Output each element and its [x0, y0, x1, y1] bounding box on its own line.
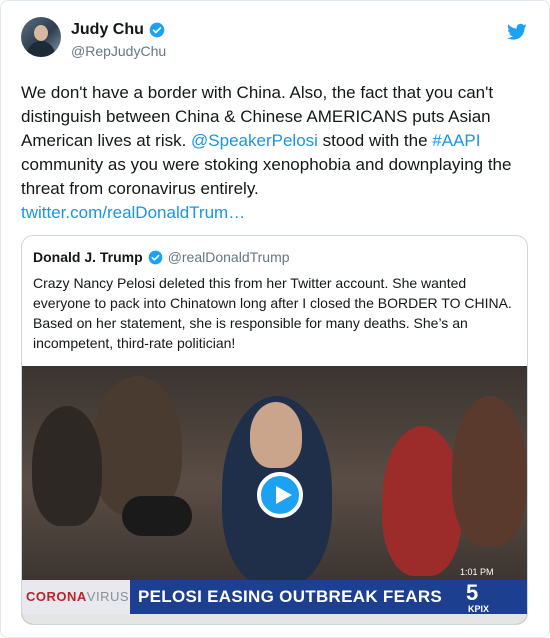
video-figure-right: [452, 396, 527, 546]
quoted-tweet[interactable]: Donald J. Trump @realDonaldTrump Crazy N…: [21, 235, 528, 625]
video-figure-center-face: [250, 402, 302, 468]
tweet-text-part2: stood with the: [317, 131, 433, 150]
station-number: 5: [466, 580, 479, 605]
quoted-tweet-text: Crazy Nancy Pelosi deleted this from her…: [33, 275, 512, 351]
avatar[interactable]: [21, 17, 61, 57]
video-time: 1:01 PM: [460, 567, 494, 577]
chyron-tag-label: CORONAVIRUS: [26, 589, 129, 604]
tweet-url-link[interactable]: twitter.com/realDonaldTrum…: [21, 203, 245, 222]
author-name[interactable]: Judy Chu: [71, 21, 144, 39]
verified-badge-icon: [149, 22, 165, 38]
tweet-header: Judy Chu @RepJudyChu: [21, 15, 529, 65]
verified-badge-icon: [148, 250, 163, 264]
video-figure-left-back: [32, 406, 102, 526]
video-microphone: [122, 496, 192, 536]
author-name-row: Judy Chu: [71, 21, 165, 39]
avatar-face: [34, 25, 48, 41]
hashtag-link[interactable]: #AAPI: [432, 131, 480, 150]
video-figure-right-red: [382, 426, 462, 576]
station-logo: 5 KPIX: [462, 580, 520, 614]
twitter-bird-icon[interactable]: [507, 23, 527, 41]
tweet-card: Judy Chu @RepJudyChu We don't have a bor…: [0, 0, 550, 638]
chyron-tag-red: CORONA: [26, 589, 87, 604]
chyron-headline: PELOSI EASING OUTBREAK FEARS: [138, 587, 443, 606]
tweet-text: We don't have a border with China. Also,…: [21, 81, 531, 225]
news-ticker-bar: [22, 614, 527, 624]
mention-link[interactable]: @SpeakerPelosi: [191, 131, 318, 150]
chyron-tag: CORONAVIRUS: [22, 580, 130, 614]
play-icon[interactable]: [257, 472, 303, 518]
station-call-sign: KPIX: [468, 604, 490, 614]
video-player[interactable]: 1:01 PM CORONAVIRUS PELOSI EASING OUTBRE…: [22, 366, 527, 624]
video-figure-left: [92, 376, 182, 516]
chyron-tag-gray: VIRUS: [86, 589, 130, 604]
quoted-author-name[interactable]: Donald J. Trump: [33, 249, 143, 265]
video-chyron: CORONAVIRUS PELOSI EASING OUTBREAK FEARS: [22, 580, 527, 614]
quoted-author-handle[interactable]: @realDonaldTrump: [168, 249, 290, 265]
avatar-body: [27, 41, 55, 57]
tweet-text-part3: community as you were stoking xenophobia…: [21, 155, 512, 198]
quoted-tweet-header: Donald J. Trump @realDonaldTrump: [33, 249, 290, 265]
author-handle[interactable]: @RepJudyChu: [71, 43, 166, 59]
